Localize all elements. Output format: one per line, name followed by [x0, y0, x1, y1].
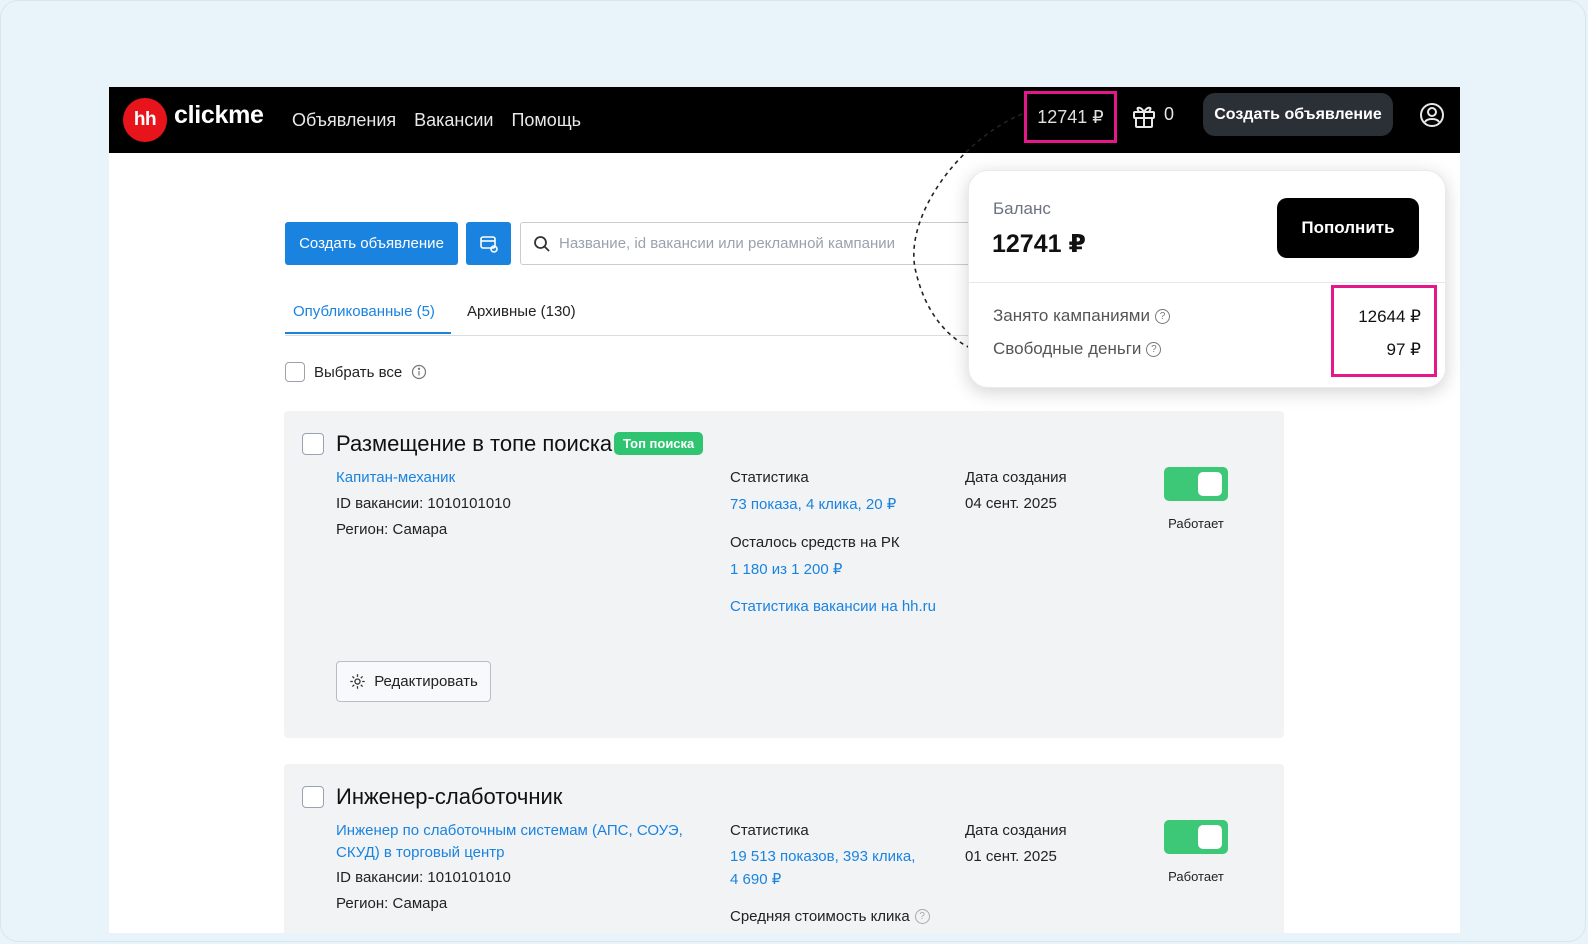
- date-label: Дата создания: [965, 822, 1067, 839]
- logo-text[interactable]: clickme: [174, 101, 264, 130]
- avg-click-row: Средняя стоимость клика ?: [730, 908, 930, 925]
- free-label: Свободные деньги: [993, 339, 1142, 358]
- gift-count: 0: [1164, 104, 1175, 124]
- balance-amount: 12741 ₽: [992, 230, 1086, 258]
- top-search-badge: Топ поиска: [614, 432, 704, 455]
- stats-label: Статистика: [730, 822, 809, 839]
- main-nav: Объявления Вакансии Помощь: [292, 87, 581, 153]
- status-toggle[interactable]: [1164, 467, 1228, 501]
- vacancy-link-line2[interactable]: СКУД) в торговый центр: [336, 844, 504, 861]
- balance-popup: Баланс 12741 ₽ Пополнить Занято кампания…: [968, 170, 1446, 388]
- stats-value-line1[interactable]: 19 513 показов, 393 клика,: [730, 848, 915, 865]
- gift-icon[interactable]: [1130, 102, 1158, 130]
- tab-archived[interactable]: Архивные (130): [467, 303, 576, 320]
- status-label: Работает: [1168, 869, 1224, 884]
- date-label: Дата создания: [965, 469, 1067, 486]
- vacancy-id: ID вакансии: 1010101010: [336, 495, 511, 512]
- hh-stats-link[interactable]: Статистика вакансии на hh.ru: [730, 598, 936, 615]
- help-icon[interactable]: ?: [1146, 341, 1162, 357]
- stats-label: Статистика: [730, 469, 809, 486]
- top-bar: hh clickme Объявления Вакансии Помощь 12…: [109, 87, 1460, 153]
- topup-button[interactable]: Пополнить: [1277, 198, 1419, 258]
- search-icon: [534, 235, 550, 252]
- date-value: 04 сент. 2025: [965, 495, 1057, 512]
- ad-card: Инженер-слаботочник Инженер по слаботочн…: [284, 764, 1284, 933]
- select-all-checkbox[interactable]: [285, 362, 305, 382]
- vacancy-id: ID вакансии: 1010101010: [336, 869, 511, 886]
- card-title: Размещение в топе поиска: [336, 431, 613, 456]
- hh-logo-icon[interactable]: hh: [123, 98, 167, 142]
- toggle-knob: [1198, 825, 1222, 849]
- values-highlight-box: [1331, 285, 1437, 377]
- nav-help[interactable]: Помощь: [511, 110, 581, 131]
- header-balance[interactable]: 12741 ₽: [1024, 91, 1117, 143]
- busy-row: Занято кампаниями ?: [993, 306, 1170, 326]
- region: Регион: Самара: [336, 521, 448, 538]
- stats-value-link[interactable]: 73 показа, 4 клика, 20 ₽: [730, 495, 896, 513]
- card-checkbox[interactable]: [302, 433, 324, 455]
- nav-vacancies[interactable]: Вакансии: [414, 110, 493, 131]
- toggle-knob: [1198, 472, 1222, 496]
- stats-value-line2[interactable]: 4 690 ₽: [730, 870, 781, 888]
- nav-ads[interactable]: Объявления: [292, 110, 396, 131]
- tabs-bar: Опубликованные (5) Архивные (130): [285, 287, 990, 336]
- gear-icon: [350, 674, 365, 689]
- status-label: Работает: [1168, 516, 1224, 531]
- vacancy-link[interactable]: Капитан-механик: [336, 469, 455, 486]
- info-icon[interactable]: [411, 364, 427, 380]
- tab-published[interactable]: Опубликованные (5): [293, 303, 435, 320]
- active-tab-indicator: [285, 332, 451, 334]
- card-settings-icon: [479, 235, 498, 253]
- card-checkbox[interactable]: [302, 786, 324, 808]
- status-toggle[interactable]: [1164, 820, 1228, 854]
- campaign-settings-button[interactable]: [466, 222, 511, 265]
- edit-button[interactable]: Редактировать: [336, 661, 491, 702]
- funds-value-link[interactable]: 1 180 из 1 200 ₽: [730, 560, 842, 578]
- funds-label: Осталось средств на РК: [730, 534, 900, 551]
- select-all-label: Выбрать все: [314, 363, 403, 381]
- select-all-row: Выбрать все: [285, 362, 427, 382]
- popup-divider: [969, 282, 1445, 283]
- busy-label: Занято кампаниями: [993, 306, 1150, 325]
- date-value: 01 сент. 2025: [965, 848, 1057, 865]
- search-box: [520, 222, 990, 265]
- help-icon[interactable]: ?: [914, 909, 930, 924]
- free-row: Свободные деньги ?: [993, 339, 1162, 359]
- ad-card: Размещение в топе поиска Топ поиска Капи…: [284, 411, 1284, 738]
- edit-button-label: Редактировать: [374, 673, 478, 690]
- search-input[interactable]: [557, 234, 981, 253]
- region: Регион: Самара: [336, 895, 448, 912]
- header-create-ad-button[interactable]: Создать объявление: [1203, 93, 1393, 136]
- create-ad-button[interactable]: Создать объявление: [285, 222, 458, 265]
- balance-label: Баланс: [993, 199, 1051, 218]
- help-icon[interactable]: ?: [1154, 308, 1170, 324]
- user-profile-icon[interactable]: [1419, 102, 1445, 128]
- card-title: Инженер-слаботочник: [336, 784, 563, 809]
- avg-click-label: Средняя стоимость клика: [730, 908, 910, 925]
- vacancy-link-line1[interactable]: Инженер по слаботочным системам (АПС, СО…: [336, 822, 683, 839]
